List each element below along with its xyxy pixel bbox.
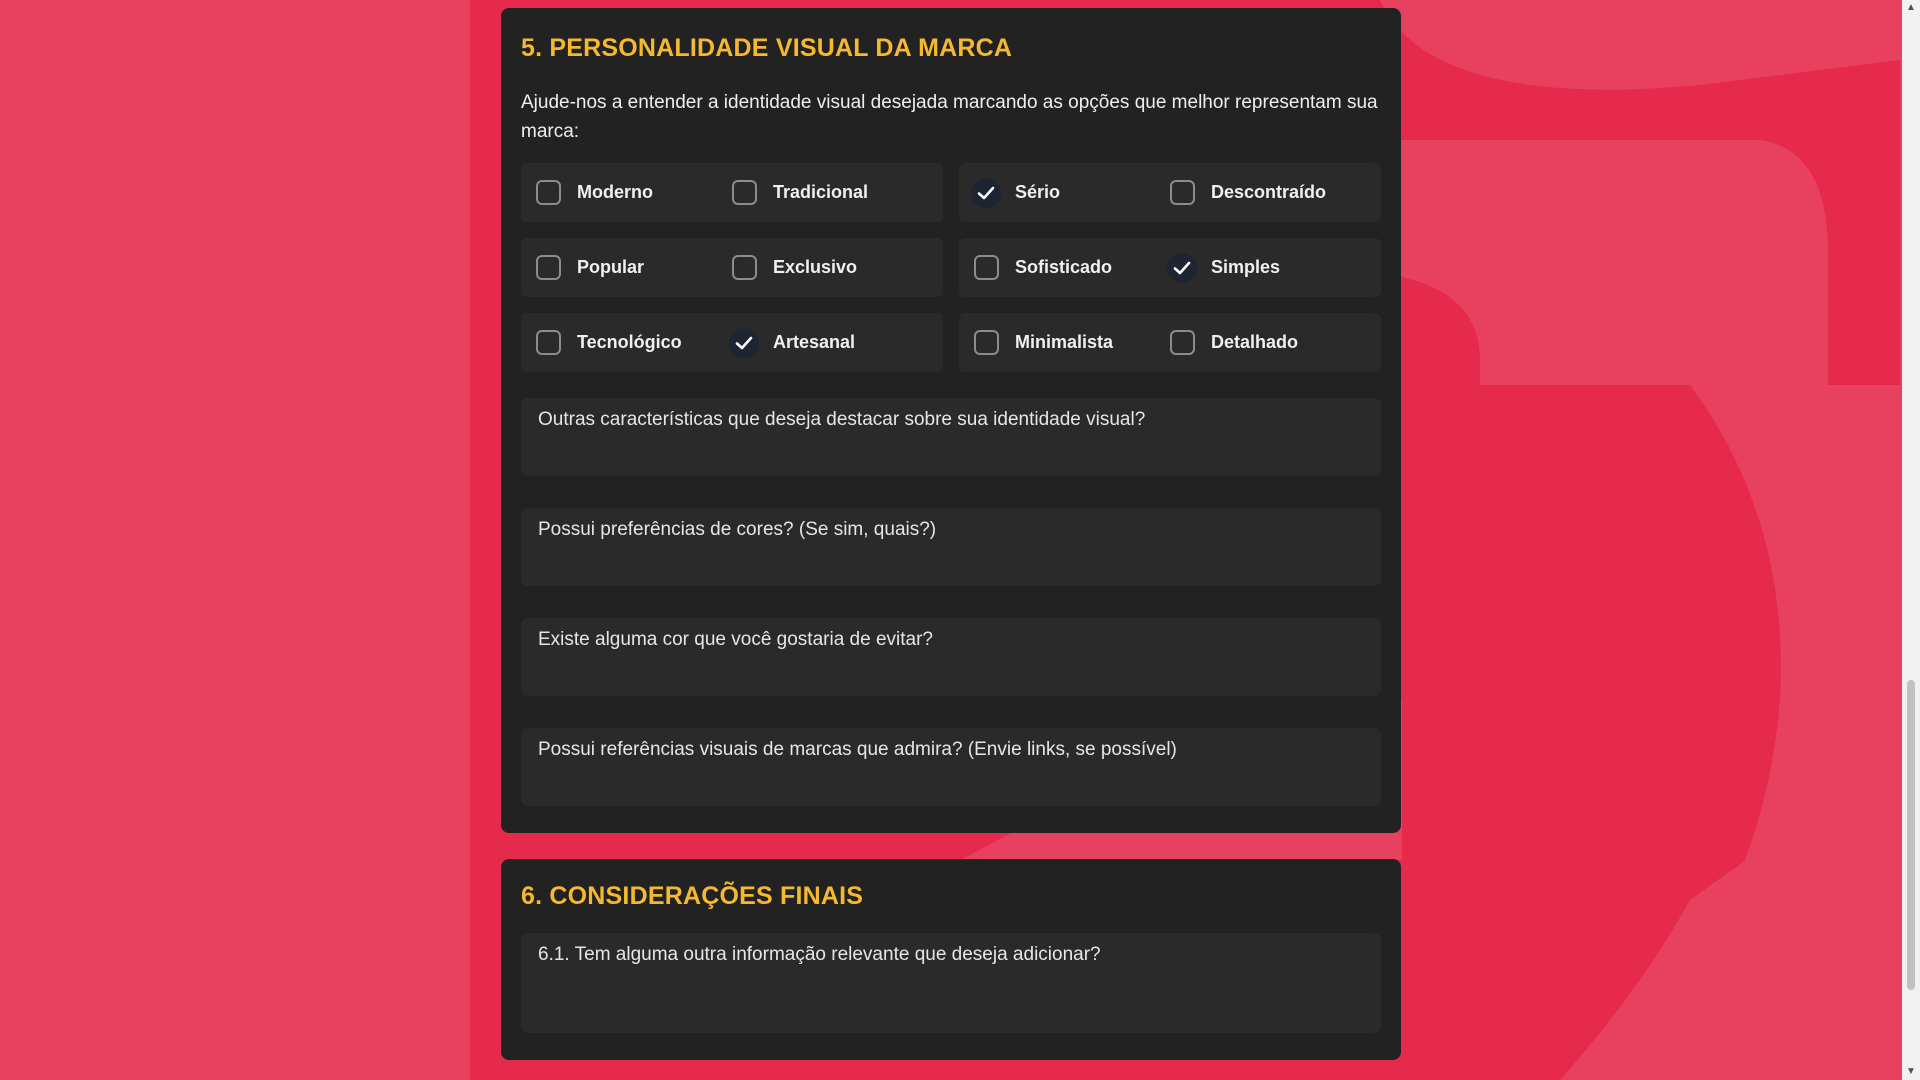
vertical-scrollbar[interactable]: ▲ ▼ bbox=[1902, 0, 1920, 1080]
option-descontraido[interactable]: Descontraído bbox=[1155, 163, 1351, 222]
option-label: Detalhado bbox=[1211, 332, 1299, 352]
option-artesanal[interactable]: Artesanal bbox=[717, 313, 913, 372]
checkbox-icon[interactable] bbox=[732, 180, 757, 205]
checkbox-icon[interactable] bbox=[974, 330, 999, 355]
section-5-intro: Ajude-nos a entender a identidade visual… bbox=[521, 92, 1378, 142]
option-label: Exclusivo bbox=[773, 257, 858, 277]
option-label: Popular bbox=[577, 257, 645, 277]
option-simples[interactable]: Simples bbox=[1155, 238, 1351, 297]
checkbox-icon[interactable] bbox=[536, 180, 561, 205]
section-6-title: 6. CONSIDERAÇÕES FINAIS bbox=[521, 882, 864, 910]
option-tradicional[interactable]: Tradicional bbox=[717, 163, 913, 222]
check-icon[interactable] bbox=[1167, 252, 1197, 283]
option-serio[interactable]: Sério bbox=[959, 163, 1155, 222]
checkbox-icon[interactable] bbox=[732, 255, 757, 280]
extra-info-field[interactable]: 6.1. Tem alguma outra informação relevan… bbox=[521, 933, 1381, 1033]
check-icon[interactable] bbox=[729, 327, 759, 358]
scrollbar-thumb[interactable] bbox=[1907, 680, 1915, 990]
option-sofisticado[interactable]: Sofisticado bbox=[959, 238, 1155, 297]
option-group-row3-left: Tecnológico Artesanal bbox=[521, 313, 943, 372]
option-group-row3-right: Minimalista Detalhado bbox=[959, 313, 1381, 372]
checkbox-icon[interactable] bbox=[1170, 330, 1195, 355]
option-label: Tradicional bbox=[773, 182, 869, 202]
option-label: Tecnológico bbox=[577, 332, 682, 352]
option-exclusivo[interactable]: Exclusivo bbox=[717, 238, 913, 297]
checkbox-icon[interactable] bbox=[536, 330, 561, 355]
option-group-row1-left: Moderno Tradicional bbox=[521, 163, 943, 222]
section-5-title: 5. PERSONALIDADE VISUAL DA MARCA bbox=[521, 34, 1013, 62]
option-detalhado[interactable]: Detalhado bbox=[1155, 313, 1351, 372]
scroll-down-arrow-icon[interactable]: ▼ bbox=[1902, 1064, 1920, 1080]
option-label: Sério bbox=[1015, 182, 1061, 202]
option-popular[interactable]: Popular bbox=[521, 238, 717, 297]
color-preferences-field[interactable]: Possui preferências de cores? (Se sim, q… bbox=[521, 508, 1381, 586]
avoid-colors-field[interactable]: Existe alguma cor que você gostaria de e… bbox=[521, 618, 1381, 696]
option-group-row2-left: Popular Exclusivo bbox=[521, 238, 943, 297]
checkbox-icon[interactable] bbox=[536, 255, 561, 280]
option-label: Moderno bbox=[577, 182, 653, 202]
option-moderno[interactable]: Moderno bbox=[521, 163, 717, 222]
option-label: Simples bbox=[1211, 257, 1281, 277]
check-icon[interactable] bbox=[971, 177, 1001, 208]
section-final-considerations: 6. CONSIDERAÇÕES FINAIS 6.1. Tem alguma … bbox=[501, 859, 1401, 1060]
other-traits-field[interactable]: Outras características que deseja destac… bbox=[521, 398, 1381, 476]
option-group-row2-right: Sofisticado Simples bbox=[959, 238, 1381, 297]
checkbox-icon[interactable] bbox=[974, 255, 999, 280]
option-label: Artesanal bbox=[773, 332, 856, 352]
option-minimalista[interactable]: Minimalista bbox=[959, 313, 1155, 372]
option-tecnologico[interactable]: Tecnológico bbox=[521, 313, 717, 372]
checkbox-icon[interactable] bbox=[1170, 180, 1195, 205]
option-label: Sofisticado bbox=[1015, 257, 1113, 277]
scroll-up-arrow-icon[interactable]: ▲ bbox=[1902, 0, 1920, 16]
option-group-row1-right: Sério Descontraído bbox=[959, 163, 1381, 222]
option-label: Descontraído bbox=[1211, 182, 1327, 202]
option-label: Minimalista bbox=[1015, 332, 1114, 352]
section-brand-visual-personality: 5. PERSONALIDADE VISUAL DA MARCA Ajude-n… bbox=[501, 8, 1401, 833]
visual-references-field[interactable]: Possui referências visuais de marcas que… bbox=[521, 728, 1381, 806]
